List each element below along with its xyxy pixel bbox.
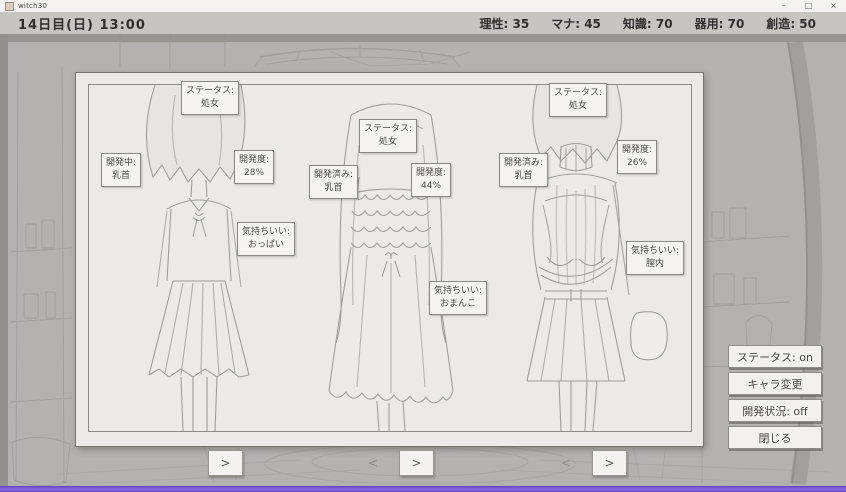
dev-status-toggle-button[interactable]: 開発状況: off [728,399,822,422]
date-time-label: 14日目(日) 13:00 [18,14,146,33]
character-2-sketch [329,104,453,431]
char1-next-button[interactable]: > [208,450,243,476]
game-window: witch30 – □ × 14日目(日) 13:00 理性: 35 マナ: 4… [0,0,846,492]
character-1-sketch [146,85,249,431]
char3-next-button[interactable]: > [592,450,627,476]
minimize-button[interactable]: – [771,0,796,12]
char1-status-tag: ステータス:処女 [181,81,239,115]
char3-dev-state-tag: 開発済み:乳首 [499,153,548,187]
status-toggle-button[interactable]: ステータス: on [728,345,822,368]
close-panel-button[interactable]: 閉じる [728,426,822,449]
char2-status-tag: ステータス:処女 [359,119,417,153]
stat-creativity: 創造: 50 [766,15,816,32]
char2-feel-tag: 気持ちいい:おまんこ [429,281,487,315]
char2-prev-button[interactable]: < [366,455,380,471]
character-status-panel: ステータス:処女 開発中:乳首 開発度:28% 気持ちいい:おっぱい ステータス… [75,72,704,447]
char2-dev-state-tag: 開発済み:乳首 [309,165,358,199]
char3-prev-button[interactable]: < [559,455,573,471]
window-title: witch30 [18,2,771,10]
ceiling-beam-shadow [0,34,846,42]
window-bottom-border [0,486,846,492]
maximize-button[interactable]: □ [796,0,821,12]
app-icon [5,2,14,11]
char3-dev-percent-tag: 開発度:26% [617,140,657,174]
titlebar: witch30 – □ × [0,0,846,12]
char3-feel-tag: 気持ちいい:膣内 [626,241,684,275]
stat-reason: 理性: 35 [479,15,529,32]
stat-mana: マナ: 45 [551,15,601,32]
char2-dev-percent-tag: 開発度:44% [411,163,451,197]
close-window-button[interactable]: × [821,0,846,12]
char1-dev-percent-tag: 開発度:28% [234,150,274,184]
char1-feel-tag: 気持ちいい:おっぱい [237,222,295,256]
player-stats: 理性: 35 マナ: 45 知識: 70 器用: 70 創造: 50 [479,15,816,32]
char3-status-tag: ステータス:処女 [549,83,607,117]
change-character-button[interactable]: キャラ変更 [728,372,822,395]
stat-dexterity: 器用: 70 [695,15,745,32]
char2-next-button[interactable]: > [399,450,434,476]
char1-dev-state-tag: 開発中:乳首 [101,153,141,187]
status-bar: 14日目(日) 13:00 理性: 35 マナ: 45 知識: 70 器用: 7… [0,12,846,34]
stat-knowledge: 知識: 70 [623,15,673,32]
